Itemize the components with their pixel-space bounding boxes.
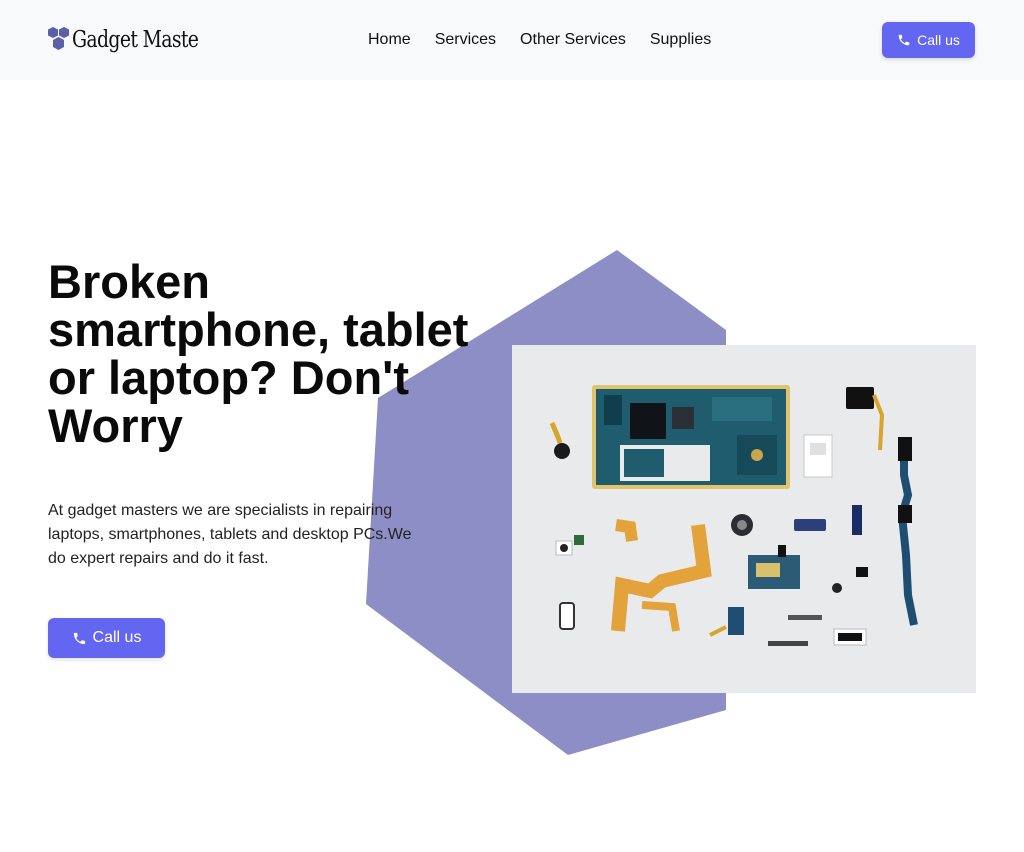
logic-board [592, 385, 790, 489]
nav-item-home[interactable]: Home [368, 30, 411, 50]
brand-name: Gadget Masters [72, 27, 198, 53]
brand-logo[interactable]: Gadget Masters [48, 24, 198, 56]
header-call-label: Call us [917, 32, 960, 48]
top-navigation-bar: Gadget Masters Home Services Other Servi… [0, 0, 1024, 80]
hero-call-label: Call us [92, 629, 142, 646]
nav-item-other-services[interactable]: Other Services [520, 30, 626, 50]
hero-call-button[interactable]: Call us [48, 618, 165, 658]
phone-icon [898, 34, 910, 46]
hexagon-cluster-logo-icon [48, 27, 69, 50]
hero-headline: Broken smartphone, tablet or laptop? Don… [48, 255, 469, 452]
main-nav: Home Services Other Services Supplies [368, 30, 711, 50]
phone-icon [73, 632, 85, 644]
nav-item-supplies[interactable]: Supplies [650, 30, 711, 50]
nav-item-services[interactable]: Services [435, 30, 496, 50]
hero-image-phone-parts [512, 345, 976, 693]
hero-lead-text: At gadget masters we are specialists in … [48, 502, 412, 567]
header-call-button[interactable]: Call us [882, 22, 975, 58]
